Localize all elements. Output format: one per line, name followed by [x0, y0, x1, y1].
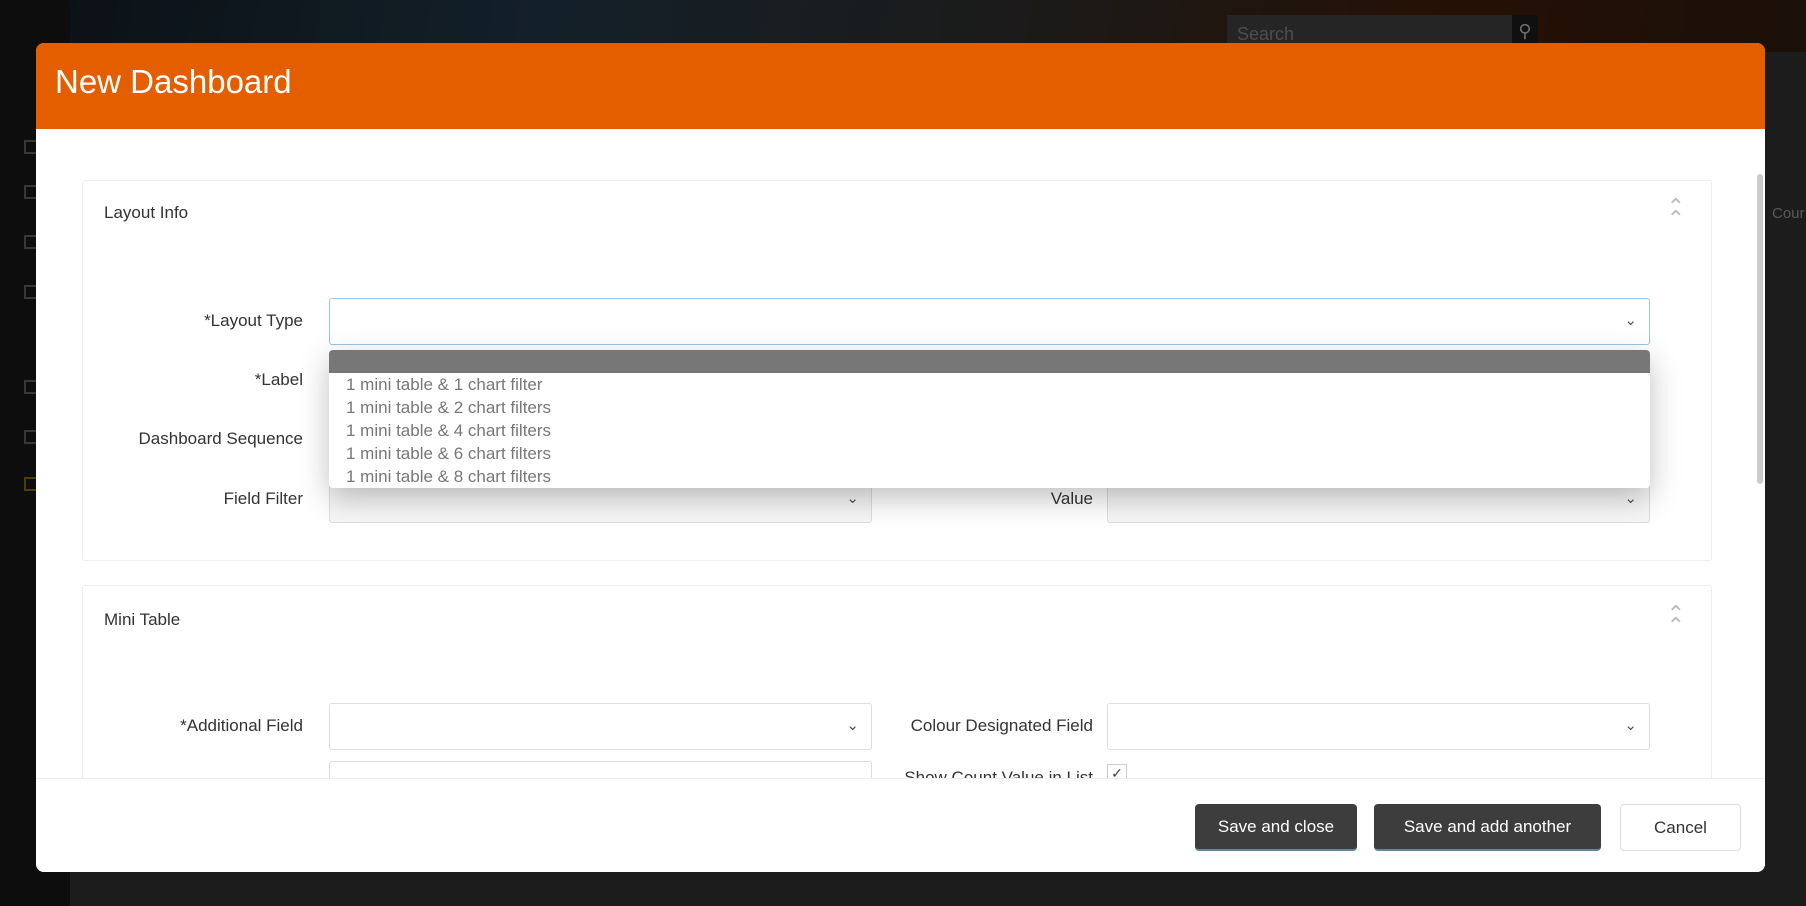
- modal-footer: Save and close Save and add another Canc…: [36, 778, 1765, 872]
- modal-title: New Dashboard: [36, 43, 1765, 129]
- field-filter-label: Field Filter: [223, 489, 303, 508]
- new-dashboard-modal: New Dashboard Layout Info ⌃ ⌃ *Layout Typ…: [36, 43, 1765, 872]
- chevron-down-icon: ⌄: [1624, 490, 1637, 507]
- collapse-icon[interactable]: ⌃ ⌃: [1667, 196, 1685, 230]
- dropdown-option-empty[interactable]: [329, 350, 1650, 373]
- scrollbar[interactable]: [1757, 174, 1763, 484]
- modal-body: Layout Info ⌃ ⌃ *Layout Type ⌄ *Label Das…: [36, 129, 1765, 779]
- dropdown-option[interactable]: 1 mini table & 8 chart filters: [329, 465, 1650, 488]
- layout-type-dropdown: 1 mini table & 1 chart filter 1 mini tab…: [329, 350, 1650, 488]
- text-input[interactable]: [329, 761, 872, 779]
- chevron-down-icon: ⌄: [1624, 312, 1637, 329]
- chevron-down-icon: ⌄: [846, 490, 859, 507]
- chevron-down-icon: ⌄: [846, 717, 859, 734]
- label-label: *Label: [254, 370, 303, 389]
- additional-field-label: *Additional Field: [180, 716, 303, 735]
- layout-type-select[interactable]: ⌄: [329, 298, 1650, 345]
- dropdown-option[interactable]: 1 mini table & 6 chart filters: [329, 442, 1650, 465]
- save-and-close-button[interactable]: Save and close: [1195, 804, 1357, 851]
- dashboard-sequence-label: Dashboard Sequence: [138, 429, 303, 448]
- layout-type-label: *Layout Type: [204, 311, 303, 330]
- colour-designated-field-select[interactable]: ⌄: [1107, 703, 1650, 750]
- section-title: Mini Table: [104, 610, 181, 629]
- dropdown-option[interactable]: 1 mini table & 1 chart filter: [329, 373, 1650, 396]
- dropdown-option[interactable]: 1 mini table & 2 chart filters: [329, 396, 1650, 419]
- save-and-add-another-button[interactable]: Save and add another: [1374, 804, 1601, 851]
- chevron-down-icon: ⌄: [1624, 717, 1637, 734]
- colour-designated-field-label: Colour Designated Field: [910, 716, 1093, 735]
- show-count-checkbox[interactable]: ✓: [1107, 764, 1127, 779]
- additional-field-select[interactable]: ⌄: [329, 703, 872, 750]
- mini-table-section: Mini Table ⌃ ⌃ *Additional Field ⌄ Colour…: [82, 585, 1712, 779]
- cancel-button[interactable]: Cancel: [1620, 804, 1741, 851]
- dropdown-option[interactable]: 1 mini table & 4 chart filters: [329, 419, 1650, 442]
- section-title: Layout Info: [104, 203, 189, 222]
- value-label: Value: [1050, 489, 1093, 508]
- collapse-icon[interactable]: ⌃ ⌃: [1667, 603, 1685, 637]
